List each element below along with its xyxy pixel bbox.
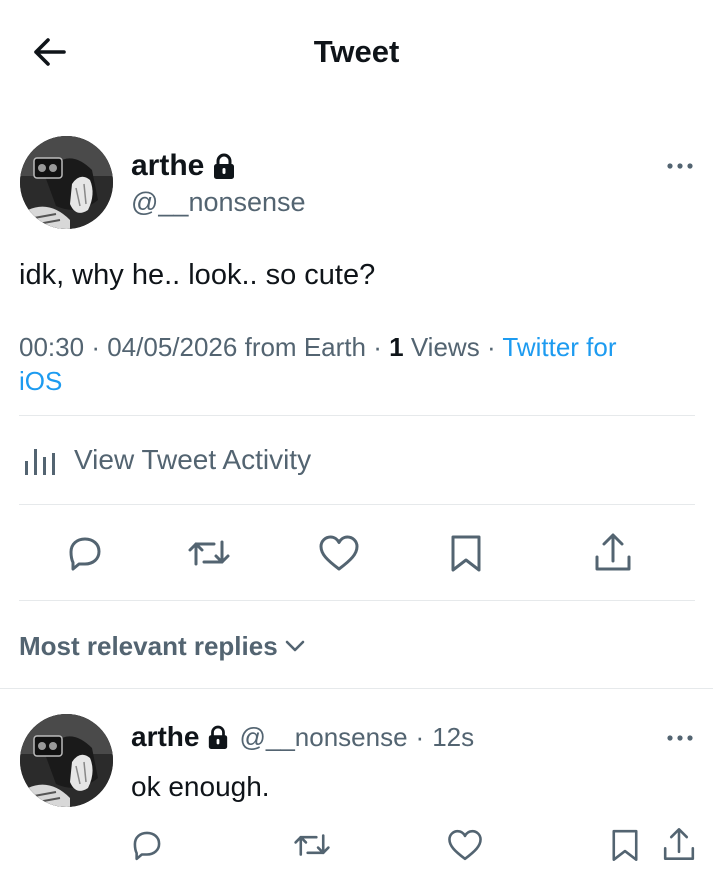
- separator: ·: [486, 332, 496, 362]
- tweet-time: 00:30: [19, 332, 85, 362]
- heart-icon: [448, 829, 482, 861]
- view-activity-button[interactable]: View Tweet Activity: [22, 440, 311, 480]
- lock-icon: [214, 153, 235, 179]
- author-handle[interactable]: @__nonsense: [131, 187, 306, 218]
- reply-button[interactable]: [63, 531, 107, 575]
- client-link-cont[interactable]: iOS: [19, 366, 62, 396]
- tweet-date: 04/05/2026: [107, 332, 238, 362]
- like-button[interactable]: [446, 826, 484, 864]
- more-icon: [667, 735, 693, 741]
- client-link[interactable]: Twitter for: [502, 332, 616, 362]
- chevron-down-icon: [285, 640, 304, 652]
- divider: [19, 415, 695, 416]
- page-title: Tweet: [313, 34, 400, 69]
- replies-sort-dropdown[interactable]: Most relevant replies: [19, 628, 306, 664]
- heart-icon: [319, 535, 359, 571]
- views-label[interactable]: Views: [411, 332, 480, 362]
- reply-timestamp[interactable]: 12s: [432, 722, 474, 753]
- retweet-button[interactable]: [186, 531, 232, 575]
- share-button[interactable]: [660, 824, 698, 864]
- views-count[interactable]: 1: [389, 332, 403, 362]
- share-icon: [595, 533, 631, 571]
- more-options-button[interactable]: [664, 155, 696, 177]
- tweet-text: idk, why he.. look.. so cute?: [19, 259, 376, 291]
- divider: [19, 600, 695, 601]
- reply-author-name[interactable]: arthe: [131, 721, 199, 753]
- view-activity-label: View Tweet Activity: [74, 444, 312, 475]
- avatar[interactable]: [20, 136, 113, 229]
- divider: [0, 688, 713, 689]
- retweet-button[interactable]: [292, 826, 332, 864]
- bookmark-button[interactable]: [444, 531, 488, 575]
- reply-icon: [133, 831, 161, 861]
- more-options-button[interactable]: [664, 727, 696, 749]
- tweet-meta: 00:30 · 04/05/2026 from Earth · 1 Views …: [19, 330, 699, 398]
- reply-author-handle[interactable]: @__nonsense: [239, 722, 407, 753]
- bookmark-icon: [451, 535, 481, 572]
- share-button[interactable]: [591, 529, 635, 575]
- analytics-icon: [25, 449, 55, 475]
- author-name[interactable]: arthe: [131, 149, 204, 183]
- divider: [19, 504, 695, 505]
- bookmark-icon: [612, 829, 638, 861]
- avatar[interactable]: [20, 714, 113, 807]
- retweet-icon: [294, 834, 330, 856]
- retweet-icon: [188, 540, 230, 566]
- more-icon: [667, 163, 693, 169]
- share-icon: [663, 828, 695, 860]
- reply-icon: [69, 537, 101, 571]
- like-button[interactable]: [317, 531, 361, 575]
- reply-button[interactable]: [128, 826, 166, 864]
- replies-sort-label: Most relevant replies: [19, 630, 278, 661]
- separator: ·: [91, 332, 100, 362]
- reply-text: ok enough.: [131, 771, 270, 802]
- bookmark-button[interactable]: [606, 826, 644, 864]
- separator: ·: [373, 332, 382, 362]
- lock-icon: [209, 725, 228, 749]
- separator: ·: [415, 721, 425, 752]
- tweet-location: from Earth: [244, 332, 366, 362]
